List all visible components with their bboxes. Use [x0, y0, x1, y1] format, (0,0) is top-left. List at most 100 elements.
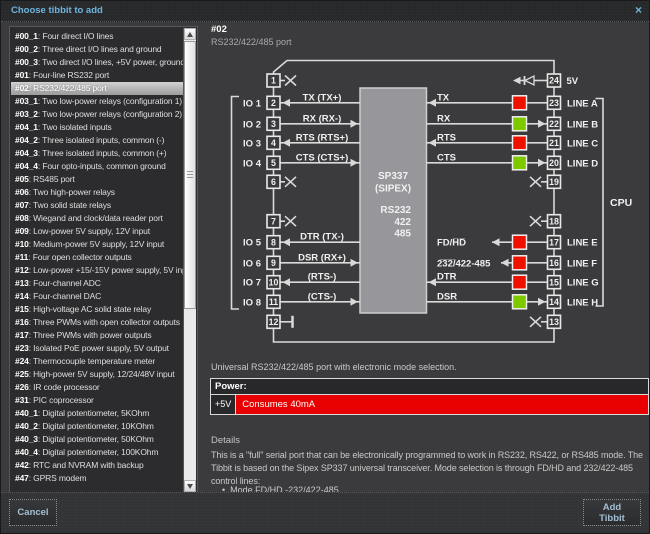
- list-item[interactable]: #23: Isolated PoE power supply, 5V outpu…: [11, 342, 183, 355]
- list-item[interactable]: #01: Four-line RS232 port: [11, 69, 183, 82]
- io-label: IO 5: [243, 238, 262, 249]
- list-item[interactable]: #13: Four-channel ADC: [11, 277, 183, 290]
- list-item[interactable]: #12: Low-power +15/-15V power supply, 5V…: [11, 264, 183, 277]
- led-indicator-red: [511, 95, 528, 111]
- list-item[interactable]: #24: Thermocouple temperature meter: [11, 355, 183, 368]
- list-item[interactable]: #16: Three PWMs with open collector outp…: [11, 316, 183, 329]
- io-label: IO 1: [243, 98, 262, 109]
- scroll-up-button[interactable]: [184, 28, 196, 40]
- list-item[interactable]: #25: High-power 5V supply, 12/24/48V inp…: [11, 368, 183, 381]
- arrowhead-icon: [538, 297, 546, 306]
- signal-label: TX (TX+): [303, 92, 342, 103]
- list-item[interactable]: #17: Three PWMs with power outputs: [11, 329, 183, 342]
- transceiver-chip: [359, 87, 428, 314]
- list-item[interactable]: #11: Four open collector outputs: [11, 251, 183, 264]
- pin-number: 22: [549, 119, 559, 129]
- list-item[interactable]: #40_2: Digital potentiometer, 10KOhm: [11, 420, 183, 433]
- signal-label: DTR: [437, 272, 457, 283]
- pin-number: 14: [549, 297, 559, 307]
- list-item[interactable]: #10: Medium-power 5V supply, 12V input: [11, 238, 183, 251]
- chip-vendor-label: (SIPEX): [375, 184, 411, 195]
- list-item[interactable]: #04_3: Three isolated inputs, common (+): [11, 147, 183, 160]
- list-item[interactable]: #03_2: Two low-power relays (configurati…: [11, 108, 183, 121]
- list-item[interactable]: #40_3: Digital potentiometer, 50KOhm: [11, 433, 183, 446]
- list-item[interactable]: #47: GPRS modem: [11, 472, 183, 485]
- chip-mode-label: 485: [394, 229, 411, 240]
- diode-arrow-icon: [513, 76, 521, 85]
- scroll-down-button[interactable]: [184, 480, 196, 492]
- pin-number: 11: [269, 297, 278, 307]
- io-label: IO 7: [243, 278, 261, 289]
- triangle-down-icon: [187, 484, 193, 489]
- pin-number: 12: [269, 317, 279, 327]
- arrowhead-icon: [538, 119, 546, 128]
- signal-label: RX: [437, 113, 451, 124]
- add-tibbit-button[interactable]: Add Tibbit: [583, 499, 641, 526]
- cpu-line-label: LINE A: [567, 98, 598, 109]
- list-item[interactable]: #14: Four-channel DAC: [11, 290, 183, 303]
- pin-number: 10: [269, 277, 279, 287]
- list-item[interactable]: #00_3: Two direct I/O lines, +5V power, …: [11, 56, 183, 69]
- list-item[interactable]: #07: Two solid state relays: [11, 199, 183, 212]
- cpu-line-label: LINE E: [567, 238, 598, 249]
- list-item[interactable]: #04_4: Four opto-inputs, common ground: [11, 160, 183, 173]
- chip-mode-label: 422: [394, 217, 411, 228]
- list-item[interactable]: #40_1: Digital potentiometer, 5KOhm: [11, 407, 183, 420]
- pin-number: 18: [549, 216, 559, 226]
- io-label: IO 2: [243, 119, 261, 130]
- list-item[interactable]: #00_2: Three direct I/O lines and ground: [11, 43, 183, 56]
- pin-number: 4: [271, 138, 276, 148]
- tibbit-subtitle: RS232/422/485 port: [211, 37, 292, 47]
- dialog-title: Choose tibbit to add: [11, 5, 103, 16]
- pin-number: 9: [271, 258, 276, 268]
- list-item[interactable]: #04_2: Three isolated inputs, common (-): [11, 134, 183, 147]
- tibbit-list-panel: #00_1: Four direct I/O lines #00_2: Three…: [9, 26, 198, 494]
- list-item[interactable]: #05: RS485 port: [11, 173, 183, 186]
- arrowhead-icon: [350, 158, 358, 167]
- led-indicator-red: [511, 135, 528, 151]
- signal-label: DSR (RX+): [298, 252, 346, 263]
- arrowhead-icon: [282, 98, 290, 107]
- arrowhead-icon: [282, 278, 290, 287]
- triangle-up-icon: [187, 32, 193, 37]
- list-item[interactable]: #04_1: Two isolated inputs: [11, 121, 183, 134]
- details-heading: Details: [211, 435, 241, 446]
- cancel-button[interactable]: Cancel: [9, 499, 57, 526]
- tibbit-detail-panel: #02 RS232/422/485 port SP337 (SIPEX) RS232…: [208, 21, 650, 495]
- pin-number: 6: [271, 177, 276, 187]
- list-item[interactable]: #06: Two high-power relays: [11, 186, 183, 199]
- list-scrollbar[interactable]: [183, 28, 196, 492]
- diode-icon: [523, 74, 535, 87]
- list-item[interactable]: #31: PIC coprocessor: [11, 394, 183, 407]
- list-item[interactable]: #40_4: Digital potentiometer, 100KOhm: [11, 446, 183, 459]
- pin-number: 3: [271, 119, 276, 129]
- signal-label: RTS: [437, 132, 456, 143]
- chip-mode-label: RS232: [380, 205, 411, 216]
- list-item[interactable]: #00_1: Four direct I/O lines: [11, 30, 183, 43]
- led-indicator-red: [511, 274, 528, 290]
- close-icon[interactable]: ×: [635, 3, 642, 17]
- list-item[interactable]: #08: Wiegand and clock/data reader port: [11, 212, 183, 225]
- signal-label: RX (RX-): [303, 113, 342, 124]
- cpu-line-label: LINE G: [567, 278, 599, 289]
- dialog-titlebar: Choose tibbit to add ×: [1, 1, 649, 22]
- pin-number: 24: [549, 76, 559, 86]
- power-table: Power: +5V Consumes 40mA: [210, 378, 649, 415]
- io-label: IO 6: [243, 258, 261, 269]
- arrowhead-icon: [538, 158, 546, 167]
- arrowhead-icon: [282, 238, 290, 247]
- list-item[interactable]: #03_1: Two low-power relays (configurati…: [11, 95, 183, 108]
- cpu-line-label: LINE H: [567, 297, 598, 308]
- arrowhead-icon: [428, 138, 436, 147]
- pin-number: 8: [271, 237, 276, 247]
- list-item[interactable]: #02: RS232/422/485 port: [11, 82, 183, 95]
- arrowhead-icon: [350, 297, 358, 306]
- scrollbar-thumb[interactable]: [184, 41, 196, 309]
- list-item[interactable]: #09: Low-power 5V supply, 12V input: [11, 225, 183, 238]
- cpu-label: CPU: [610, 197, 632, 209]
- pin-number: 5: [271, 158, 276, 168]
- list-item[interactable]: #26: IR code processor: [11, 381, 183, 394]
- arrowhead-icon: [350, 258, 358, 267]
- list-item[interactable]: #42: RTC and NVRAM with backup: [11, 459, 183, 472]
- list-item[interactable]: #15: High-voltage AC solid state relay: [11, 303, 183, 316]
